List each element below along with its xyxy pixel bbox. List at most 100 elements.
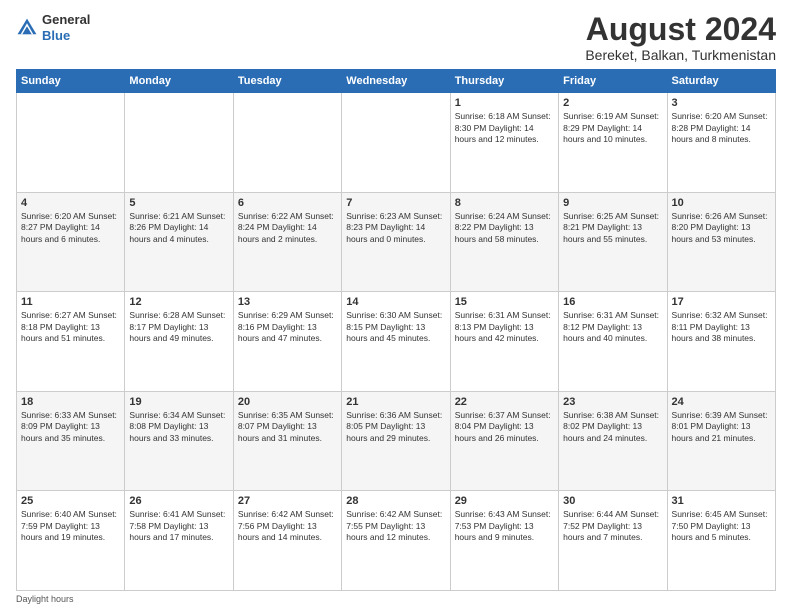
calendar-header-row: Sunday Monday Tuesday Wednesday Thursday… — [17, 70, 776, 93]
calendar-week-0: 1 Sunrise: 6:18 AM Sunset: 8:30 PM Daylig… — [17, 93, 776, 193]
table-row: 26 Sunrise: 6:41 AM Sunset: 7:58 PM Dayli… — [125, 491, 233, 591]
table-row: 3 Sunrise: 6:20 AM Sunset: 8:28 PM Daylig… — [667, 93, 775, 193]
table-row: 30Sunrise: 6:44 AM Sunset: 7:52 PM Dayli… — [559, 491, 667, 591]
calendar-week-2: 11Sunrise: 6:27 AM Sunset: 8:18 PM Dayli… — [17, 292, 776, 392]
calendar: Sunday Monday Tuesday Wednesday Thursday… — [16, 69, 776, 591]
header: General Blue August 2024 Bereket, Balkan… — [16, 12, 776, 63]
day-number: 14 — [346, 296, 445, 308]
logo-icon — [16, 17, 38, 39]
day-info: Sunrise: 6:23 AM Sunset: 8:23 PM Dayligh… — [346, 211, 445, 245]
table-row: 25 Sunrise: 6:40 AM Sunset: 7:59 PM Dayli… — [17, 491, 125, 591]
calendar-week-3: 18 Sunrise: 6:33 AM Sunset: 8:09 PM Dayli… — [17, 391, 776, 491]
table-row: 13Sunrise: 6:29 AM Sunset: 8:16 PM Dayli… — [233, 292, 341, 392]
day-info: Sunrise: 6:32 AM Sunset: 8:11 PM Dayligh… — [672, 310, 771, 344]
col-wednesday: Wednesday — [342, 70, 450, 93]
day-number: 29 — [455, 495, 554, 507]
day-info: Sunrise: 6:41 AM Sunset: 7:58 PM Dayligh… — [129, 509, 228, 543]
day-info: Sunrise: 6:30 AM Sunset: 8:15 PM Dayligh… — [346, 310, 445, 344]
table-row: 21Sunrise: 6:36 AM Sunset: 8:05 PM Dayli… — [342, 391, 450, 491]
day-number: 23 — [563, 396, 662, 408]
day-number: 4 — [21, 197, 120, 209]
day-number: 10 — [672, 197, 771, 209]
title-block: August 2024 Bereket, Balkan, Turkmenista… — [585, 12, 776, 63]
day-number: 3 — [672, 97, 771, 109]
table-row — [17, 93, 125, 193]
title-location: Bereket, Balkan, Turkmenistan — [585, 47, 776, 63]
table-row: 8Sunrise: 6:24 AM Sunset: 8:22 PM Daylig… — [450, 192, 558, 292]
day-number: 28 — [346, 495, 445, 507]
day-info: Sunrise: 6:18 AM Sunset: 8:30 PM Dayligh… — [455, 111, 554, 145]
day-info: Sunrise: 6:33 AM Sunset: 8:09 PM Dayligh… — [21, 410, 120, 444]
day-info: Sunrise: 6:28 AM Sunset: 8:17 PM Dayligh… — [129, 310, 228, 344]
col-thursday: Thursday — [450, 70, 558, 93]
table-row: 15 Sunrise: 6:31 AM Sunset: 8:13 PM Dayli… — [450, 292, 558, 392]
day-number: 6 — [238, 197, 337, 209]
day-info: Sunrise: 6:20 AM Sunset: 8:28 PM Dayligh… — [672, 111, 771, 145]
day-info: Sunrise: 6:42 AM Sunset: 7:55 PM Dayligh… — [346, 509, 445, 543]
day-info: Sunrise: 6:42 AM Sunset: 7:56 PM Dayligh… — [238, 509, 337, 543]
table-row: 9Sunrise: 6:25 AM Sunset: 8:21 PM Daylig… — [559, 192, 667, 292]
day-number: 2 — [563, 97, 662, 109]
logo-blue: Blue — [42, 28, 70, 43]
day-number: 15 — [455, 296, 554, 308]
table-row: 10 Sunrise: 6:26 AM Sunset: 8:20 PM Dayli… — [667, 192, 775, 292]
table-row: 27 Sunrise: 6:42 AM Sunset: 7:56 PM Dayli… — [233, 491, 341, 591]
table-row: 24Sunrise: 6:39 AM Sunset: 8:01 PM Dayli… — [667, 391, 775, 491]
day-info: Sunrise: 6:21 AM Sunset: 8:26 PM Dayligh… — [129, 211, 228, 245]
day-number: 27 — [238, 495, 337, 507]
table-row: 2 Sunrise: 6:19 AM Sunset: 8:29 PM Daylig… — [559, 93, 667, 193]
day-number: 26 — [129, 495, 228, 507]
col-sunday: Sunday — [17, 70, 125, 93]
table-row: 7 Sunrise: 6:23 AM Sunset: 8:23 PM Daylig… — [342, 192, 450, 292]
table-row: 1 Sunrise: 6:18 AM Sunset: 8:30 PM Daylig… — [450, 93, 558, 193]
table-row: 12Sunrise: 6:28 AM Sunset: 8:17 PM Dayli… — [125, 292, 233, 392]
table-row: 17 Sunrise: 6:32 AM Sunset: 8:11 PM Dayli… — [667, 292, 775, 392]
day-info: Sunrise: 6:45 AM Sunset: 7:50 PM Dayligh… — [672, 509, 771, 543]
day-info: Sunrise: 6:24 AM Sunset: 8:22 PM Dayligh… — [455, 211, 554, 245]
day-info: Sunrise: 6:40 AM Sunset: 7:59 PM Dayligh… — [21, 509, 120, 543]
day-info: Sunrise: 6:44 AM Sunset: 7:52 PM Dayligh… — [563, 509, 662, 543]
table-row — [125, 93, 233, 193]
logo-text: General Blue — [42, 12, 90, 43]
day-info: Sunrise: 6:26 AM Sunset: 8:20 PM Dayligh… — [672, 211, 771, 245]
table-row: 31Sunrise: 6:45 AM Sunset: 7:50 PM Dayli… — [667, 491, 775, 591]
table-row: 18 Sunrise: 6:33 AM Sunset: 8:09 PM Dayli… — [17, 391, 125, 491]
table-row: 20 Sunrise: 6:35 AM Sunset: 8:07 PM Dayli… — [233, 391, 341, 491]
day-number: 18 — [21, 396, 120, 408]
day-number: 1 — [455, 97, 554, 109]
day-number: 17 — [672, 296, 771, 308]
day-number: 21 — [346, 396, 445, 408]
day-info: Sunrise: 6:27 AM Sunset: 8:18 PM Dayligh… — [21, 310, 120, 344]
table-row: 22Sunrise: 6:37 AM Sunset: 8:04 PM Dayli… — [450, 391, 558, 491]
day-info: Sunrise: 6:43 AM Sunset: 7:53 PM Dayligh… — [455, 509, 554, 543]
logo-general: General — [42, 12, 90, 27]
table-row: 6 Sunrise: 6:22 AM Sunset: 8:24 PM Daylig… — [233, 192, 341, 292]
day-info: Sunrise: 6:20 AM Sunset: 8:27 PM Dayligh… — [21, 211, 120, 245]
table-row: 11Sunrise: 6:27 AM Sunset: 8:18 PM Dayli… — [17, 292, 125, 392]
day-number: 25 — [21, 495, 120, 507]
day-number: 9 — [563, 197, 662, 209]
table-row: 14 Sunrise: 6:30 AM Sunset: 8:15 PM Dayli… — [342, 292, 450, 392]
table-row: 19Sunrise: 6:34 AM Sunset: 8:08 PM Dayli… — [125, 391, 233, 491]
table-row: 28 Sunrise: 6:42 AM Sunset: 7:55 PM Dayli… — [342, 491, 450, 591]
day-info: Sunrise: 6:34 AM Sunset: 8:08 PM Dayligh… — [129, 410, 228, 444]
day-info: Sunrise: 6:31 AM Sunset: 8:12 PM Dayligh… — [563, 310, 662, 344]
table-row — [342, 93, 450, 193]
day-number: 7 — [346, 197, 445, 209]
day-number: 22 — [455, 396, 554, 408]
footer-note: Daylight hours — [16, 594, 776, 604]
day-info: Sunrise: 6:31 AM Sunset: 8:13 PM Dayligh… — [455, 310, 554, 344]
day-number: 16 — [563, 296, 662, 308]
day-number: 13 — [238, 296, 337, 308]
day-info: Sunrise: 6:19 AM Sunset: 8:29 PM Dayligh… — [563, 111, 662, 145]
calendar-week-1: 4 Sunrise: 6:20 AM Sunset: 8:27 PM Daylig… — [17, 192, 776, 292]
col-friday: Friday — [559, 70, 667, 93]
table-row: 23 Sunrise: 6:38 AM Sunset: 8:02 PM Dayli… — [559, 391, 667, 491]
day-info: Sunrise: 6:35 AM Sunset: 8:07 PM Dayligh… — [238, 410, 337, 444]
day-number: 20 — [238, 396, 337, 408]
day-info: Sunrise: 6:22 AM Sunset: 8:24 PM Dayligh… — [238, 211, 337, 245]
page: General Blue August 2024 Bereket, Balkan… — [0, 0, 792, 612]
table-row: 16 Sunrise: 6:31 AM Sunset: 8:12 PM Dayli… — [559, 292, 667, 392]
day-info: Sunrise: 6:38 AM Sunset: 8:02 PM Dayligh… — [563, 410, 662, 444]
table-row: 5Sunrise: 6:21 AM Sunset: 8:26 PM Daylig… — [125, 192, 233, 292]
